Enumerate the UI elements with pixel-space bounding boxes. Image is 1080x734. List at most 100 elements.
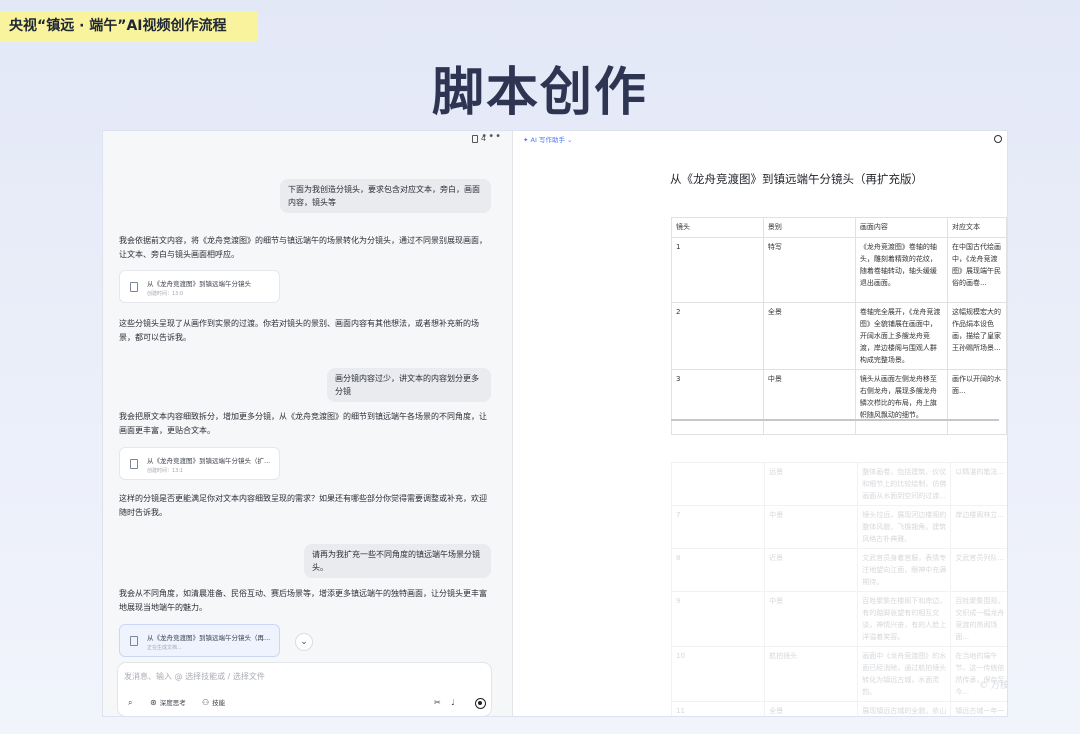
table-row: 9 中景 百姓聚集在楼阁下和岸边，有的踮脚张望有的相互交谈，神情兴奋，有的人脸上… bbox=[671, 591, 1007, 647]
message-composer: ⌕ ⊛ 深度思考 ⚇ 技能 ✂ ♩ bbox=[117, 662, 492, 716]
document-title: 从《龙舟竞渡图》到镇远端午分镜头（再扩充版） bbox=[670, 172, 923, 186]
table-cell: 近景 bbox=[764, 548, 859, 592]
table-header-cell: 对应文本 bbox=[946, 217, 1007, 238]
table-header-cell: 画面内容 bbox=[854, 217, 948, 238]
table-cell: 全景 bbox=[762, 302, 856, 370]
table-cell: 岸边楼阁林立... bbox=[950, 505, 1007, 549]
table-cell: 7 bbox=[671, 505, 766, 549]
table-cell bbox=[671, 462, 766, 506]
table-cell: 整体画卷，包括建筑、仪仗和细节上的比较绘制，仿佛画面从水面到空间的过渡... bbox=[857, 462, 952, 506]
table-cell: 卷轴完全展开，《龙舟竞渡图》全貌铺展在画面中，开阔水面上多艘龙舟竞渡，岸边楼阁与… bbox=[854, 302, 948, 370]
chevron-down-icon: ⌄ bbox=[567, 136, 573, 144]
ai-writing-assistant-button[interactable]: ✦ AI 写作助手 ⌄ bbox=[523, 134, 573, 144]
file-card-title: 从《龙舟竞渡图》到镇远端午分镜头（再... bbox=[147, 634, 271, 642]
ai-message: 这些分镜头呈现了从画作到实景的过渡。你若对镜头的景别、画面内容有其他想法，或者想… bbox=[119, 319, 479, 342]
table-cell: 在当地的端午节，这一传统依然传承，保存至今... bbox=[950, 646, 1007, 702]
file-card-title: 从《龙舟竞渡图》到镇远端午分镜头（扩... bbox=[147, 457, 271, 465]
user-message: 下面为我创造分镜头，要求包含对应文本，旁白，画面内容，镜头等 bbox=[280, 179, 491, 213]
attach-button[interactable]: ⌕ bbox=[128, 697, 132, 709]
table-cell: 这幅规模宏大的作品绢本设色画，描绘了皇家王孙赐所场景... bbox=[946, 302, 1007, 370]
table-row: 11 全景 展现镇远古城的全貌，依山傍水，屋宇林立，水面映照着古城，城市建筑与自… bbox=[671, 701, 1007, 716]
table-cell: 展现镇远古城的全貌，依山傍水，屋宇林立，水面映照着古城，城市建筑与自然风景融为一… bbox=[857, 701, 952, 716]
table-cell: 2 bbox=[671, 302, 764, 370]
table-cell: 百姓聚集围观，交织成一幅龙舟竞渡的热闹场面... bbox=[950, 591, 1007, 647]
faded-table-region: 远景 整体画卷，包括建筑、仪仗和细节上的比较绘制，仿佛画面从水面到空间的过渡..… bbox=[671, 420, 1007, 716]
table-cell: 文武官员列队... bbox=[950, 548, 1007, 592]
file-icon bbox=[130, 459, 138, 469]
table-cell: 在中国古代绘画中，《龙舟竞渡图》展现端午民俗的画卷... bbox=[946, 237, 1007, 303]
table-cell: 10 bbox=[671, 646, 766, 702]
file-card[interactable]: 从《龙舟竞渡图》到镇远端午分镜头 创建时间：13:0 bbox=[119, 270, 280, 303]
chat-topbar: 4 ••• bbox=[103, 131, 512, 149]
table-cell: 镇远古城一年一度，沿袭至今，展现着古城的独特风韵... bbox=[950, 701, 1007, 716]
file-card-time: 创建时间：13:1 bbox=[147, 468, 184, 474]
deep-think-icon: ⊛ bbox=[150, 698, 157, 707]
table-header-cell: 镜头 bbox=[671, 217, 764, 238]
storyboard-table: 镜头 景别 画面内容 对应文本 1 特写 《龙舟竞渡图》卷轴的轴头，雕刻着精致的… bbox=[671, 217, 1007, 435]
slide-title: 脚本创作 bbox=[431, 63, 648, 123]
storyboard-table-continued: 远景 整体画卷，包括建筑、仪仗和细节上的比较绘制，仿佛画面从水面到空间的过渡..… bbox=[671, 462, 1007, 716]
table-cell: 镜头拉远，展现河边楼阁的整体风貌，飞檐翘角，建筑风格古朴典雅。 bbox=[857, 505, 952, 549]
sparkle-icon: ✦ bbox=[523, 136, 529, 144]
table-cell: 全景 bbox=[764, 701, 859, 716]
document-pane: ✦ AI 写作助手 ⌄ 从《龙舟竞渡图》到镇远端午分镜头（再扩充版） 镜头 景别… bbox=[513, 131, 1007, 716]
send-icon[interactable] bbox=[475, 698, 486, 709]
watermark: © 万核 · 知 bbox=[979, 681, 1007, 691]
ai-assistant-label: AI 写作助手 bbox=[530, 136, 565, 144]
deep-think-button[interactable]: ⊛ 深度思考 bbox=[150, 697, 186, 709]
message-input[interactable] bbox=[124, 670, 424, 682]
file-card-status: 正在生成文档... bbox=[147, 645, 182, 651]
table-cell: 中景 bbox=[764, 591, 859, 647]
skills-icon: ⚇ bbox=[202, 698, 210, 707]
table-cell: 画面中《龙舟竞渡图》的水面已经消除，通过航拍镜头转化为镇远古城，水面灵韵。 bbox=[857, 646, 952, 702]
table-header-row: 镜头 景别 画面内容 对应文本 bbox=[671, 217, 1007, 238]
user-message: 画分镜内容过少，讲文本的内容划分更多分镜 bbox=[327, 368, 491, 402]
table-cell: 特写 bbox=[762, 237, 856, 303]
ai-message: 这样的分镜是否更能满足你对文本内容细致呈现的需求？如果还有哪些部分你觉得需要调整… bbox=[119, 494, 487, 517]
table-cell: 文武官员身着官服，表情专注地望向江面，眼神中充满期待。 bbox=[857, 548, 952, 592]
table-cell: 11 bbox=[671, 701, 766, 716]
app-window: 4 ••• 下面为我创造分镜头，要求包含对应文本，旁白，画面内容，镜头等 我会依… bbox=[103, 131, 1007, 716]
file-card-generating[interactable]: 从《龙舟竞渡图》到镇远端午分镜头（再... 正在生成文档... bbox=[119, 624, 280, 657]
table-cell: 《龙舟竞渡图》卷轴的轴头，雕刻着精致的花纹，随着卷轴转动，轴头缓缓退出画面。 bbox=[854, 237, 948, 303]
scissors-icon: ✂ bbox=[434, 698, 441, 707]
deep-think-label: 深度思考 bbox=[159, 699, 186, 707]
file-icon bbox=[130, 282, 138, 292]
paperclip-icon: ⌕ bbox=[128, 698, 133, 707]
ai-message: 我会依据前文内容，将《龙舟竞渡图》的细节与镇远端午的场景转化为分镜头，通过不同景… bbox=[119, 236, 487, 259]
table-cell: 8 bbox=[671, 548, 766, 592]
table-row: 远景 整体画卷，包括建筑、仪仗和细节上的比较绘制，仿佛画面从水面到空间的过渡..… bbox=[671, 462, 1007, 506]
more-options-icon[interactable]: ••• bbox=[481, 131, 502, 142]
table-row: 8 近景 文武官员身着官服，表情专注地望向江面，眼神中充满期待。 文武官员列队.… bbox=[671, 548, 1007, 592]
user-message: 请再为我扩充一些不同角度的镇远端午场景分镜头。 bbox=[304, 544, 491, 578]
chat-pane: 4 ••• 下面为我创造分镜头，要求包含对应文本，旁白，画面内容，镜头等 我会依… bbox=[103, 131, 513, 716]
history-icon[interactable] bbox=[994, 135, 1002, 143]
table-row: 10 航拍镜头 画面中《龙舟竞渡图》的水面已经消除，通过航拍镜头转化为镇远古城，… bbox=[671, 646, 1007, 702]
table-cell: 航拍镜头 bbox=[764, 646, 859, 702]
microphone-icon: ♩ bbox=[451, 698, 455, 707]
document-icon bbox=[471, 134, 478, 143]
skills-label: 技能 bbox=[212, 699, 226, 707]
table-row: 2 全景 卷轴完全展开，《龙舟竞渡图》全貌铺展在画面中，开阔水面上多艘龙舟竞渡，… bbox=[671, 302, 1007, 370]
chevron-down-icon: ⌄ bbox=[300, 637, 308, 647]
ai-message: 我会把原文本内容细致拆分，增加更多分镜，从《龙舟竞渡图》的细节到镇远端午各场景的… bbox=[119, 412, 487, 435]
file-card-title: 从《龙舟竞渡图》到镇远端午分镜头 bbox=[147, 280, 251, 288]
file-icon bbox=[130, 636, 138, 646]
table-cell: 远景 bbox=[764, 462, 859, 506]
table-cell: 中景 bbox=[764, 505, 859, 549]
header-tag: 央视“镇远 · 端午”AI视频创作流程 bbox=[0, 11, 258, 42]
scroll-to-bottom-button[interactable]: ⌄ bbox=[295, 633, 313, 651]
table-cell: 9 bbox=[671, 591, 766, 647]
ai-message: 我会从不同角度，如清晨准备、民俗互动、赛后场景等，增添更多镇远端午的独特画面，让… bbox=[119, 589, 487, 612]
table-cell: 以精湛的笔法... bbox=[950, 462, 1007, 506]
table-header-cell: 景别 bbox=[762, 217, 856, 238]
table-cell: 1 bbox=[671, 237, 764, 303]
table-row: 1 特写 《龙舟竞渡图》卷轴的轴头，雕刻着精致的花纹，随着卷轴转动，轴头缓缓退出… bbox=[671, 237, 1007, 303]
skills-button[interactable]: ⚇ 技能 bbox=[202, 697, 225, 709]
file-card[interactable]: 从《龙舟竞渡图》到镇远端午分镜头（扩... 创建时间：13:1 bbox=[119, 447, 280, 480]
voice-button[interactable]: ♩ bbox=[451, 697, 455, 709]
file-card-time: 创建时间：13:0 bbox=[147, 291, 184, 297]
scissors-button[interactable]: ✂ bbox=[434, 697, 441, 709]
table-row: 7 中景 镜头拉远，展现河边楼阁的整体风貌，飞檐翘角，建筑风格古朴典雅。 岸边楼… bbox=[671, 505, 1007, 549]
table-cell: 百姓聚集在楼阁下和岸边，有的踮脚张望有的相互交谈，神情兴奋，有的人脸上洋溢着笑容… bbox=[857, 591, 952, 647]
